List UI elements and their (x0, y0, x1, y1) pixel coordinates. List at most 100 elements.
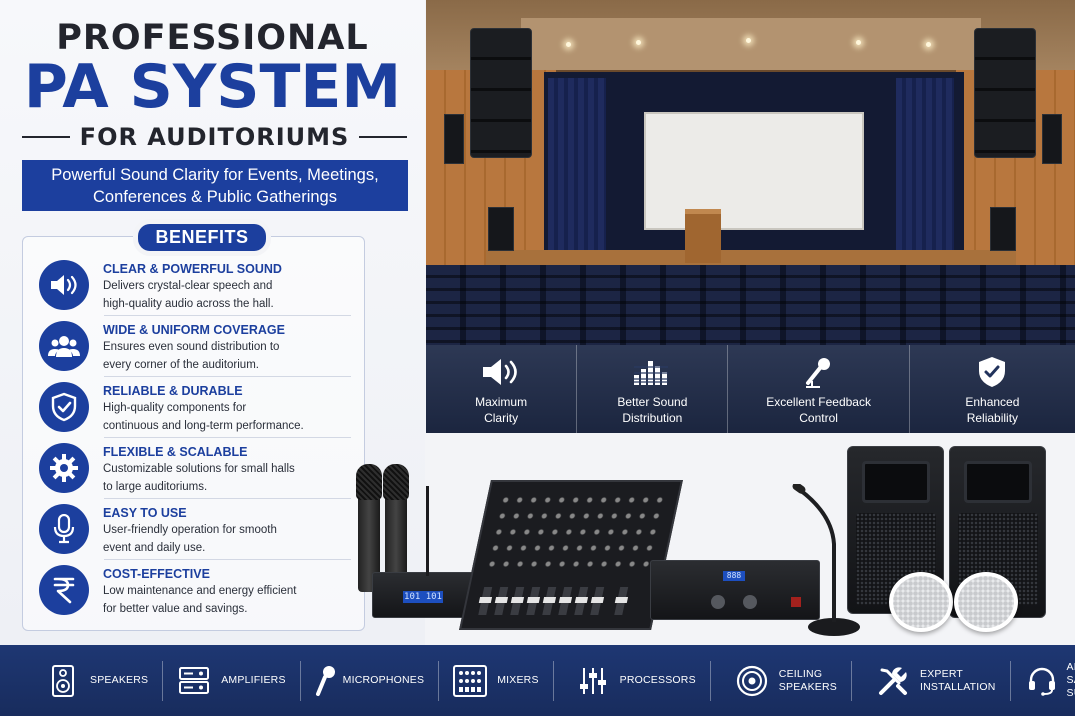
amplifier-icon (177, 664, 211, 698)
feature-strip: Maximum Clarity Better Sound Distributio… (426, 345, 1075, 433)
curtain-left (548, 78, 606, 263)
tagline-line-2: Conferences & Public Gatherings (93, 188, 337, 206)
benefit-desc-1: Delivers crystal-clear speech and (103, 280, 273, 292)
category-label-2: SPEAKERS (778, 680, 837, 693)
benefit-divider (104, 437, 351, 438)
divider-left (22, 136, 70, 138)
benefit-desc-2: event and daily use. (103, 542, 206, 554)
mixer-icon (453, 664, 488, 698)
benefit-desc-2: to large auditoriums. (103, 481, 208, 493)
benefit-divider (104, 559, 351, 560)
feature-label-1: Better Sound (617, 395, 688, 409)
benefit-title: RELIABLE & DURABLE (103, 384, 243, 398)
ceiling-light (566, 42, 571, 47)
divider-right (359, 136, 407, 138)
audience-seats (426, 265, 1075, 345)
feature-item: Enhanced Reliability (910, 345, 1075, 433)
feature-label: Enhanced Reliability (937, 394, 1047, 426)
feature-item: Excellent Feedback Control (728, 345, 910, 433)
wall-speaker-right (1042, 114, 1062, 164)
ceiling-speaker (954, 572, 1018, 632)
feature-item: Better Sound Distribution (577, 345, 729, 433)
feature-label: Maximum Clarity (446, 394, 556, 426)
category-expert-installation[interactable]: EXPERT INSTALLATION (852, 660, 1011, 701)
category-mixers[interactable]: MIXERS (439, 660, 554, 701)
tools-icon (876, 664, 910, 698)
microphone-feedback-icon (802, 355, 836, 389)
category-label-2: INSTALLATION (920, 680, 996, 693)
gooseneck-microphone (792, 484, 836, 622)
ceiling-light (926, 42, 931, 47)
users-group-icon (39, 321, 89, 371)
benefit-item: RELIABLE & DURABLE High-quality componen… (39, 381, 359, 441)
benefit-desc-2: continuous and long-term performance. (103, 420, 304, 432)
benefit-title: COST-EFFECTIVE (103, 567, 210, 581)
benefit-item: FLEXIBLE & SCALABLE Customizable solutio… (39, 442, 359, 502)
benefits-title: BENEFITS (138, 224, 266, 251)
projection-screen (644, 112, 864, 230)
category-label: AFTER SALES (1066, 661, 1075, 686)
heading-line-2: PA SYSTEM (23, 52, 402, 122)
category-speakers[interactable]: SPEAKERS (36, 660, 164, 701)
benefit-desc-2: every corner of the auditorium. (103, 359, 259, 371)
category-processors[interactable]: PROCESSORS (554, 660, 711, 701)
category-after-sales-support[interactable]: AFTER SALESSUPPORT (1011, 661, 1075, 701)
rupee-icon (39, 565, 89, 615)
benefit-desc-2: high-quality audio across the hall. (103, 298, 274, 310)
feature-label-2: Reliability (966, 411, 1019, 425)
processor-sliders-icon (576, 664, 610, 698)
benefit-item: COST-EFFECTIVE Low maintenance and energ… (39, 564, 359, 624)
benefit-title: WIDE & UNIFORM COVERAGE (103, 323, 285, 337)
benefit-desc-1: Customizable solutions for small halls (103, 463, 295, 475)
category-label-2: SUPPORT (1066, 687, 1075, 699)
ceiling-light (746, 38, 751, 43)
benefit-desc-1: High-quality components for (103, 402, 247, 414)
benefit-title: FLEXIBLE & SCALABLE (103, 445, 248, 459)
receiver-antenna (426, 486, 429, 576)
benefit-item: EASY TO USE User-friendly operation for … (39, 503, 359, 563)
speaker-sound-icon (39, 260, 89, 310)
benefit-desc-1: Ensures even sound distribution to (103, 341, 280, 353)
floor-speaker-right (990, 207, 1016, 251)
benefit-desc-1: User-friendly operation for smooth (103, 524, 277, 536)
microphone-icon (39, 504, 89, 554)
feature-label: Better Sound Distribution (597, 394, 707, 426)
speaker-sound-icon (481, 355, 521, 389)
benefit-title: CLEAR & POWERFUL SOUND (103, 262, 282, 276)
equalizer-bars-icon (632, 355, 672, 389)
category-amplifiers[interactable]: AMPLIFIERS (163, 660, 301, 701)
heading-line-3: FOR AUDITORIUMS (79, 123, 350, 151)
ceiling-panel (521, 18, 981, 70)
feature-label-1: Enhanced (965, 395, 1020, 409)
category-label: EXPERT (920, 667, 964, 680)
category-label: CEILING (778, 667, 823, 680)
feature-label-2: Clarity (484, 411, 519, 425)
curtain-right (896, 78, 954, 263)
feature-label-2: Distribution (622, 411, 683, 425)
feature-label-2: Control (799, 411, 838, 425)
ceiling-speaker-icon (735, 664, 769, 698)
category-ceiling-speakers[interactable]: CEILING SPEAKERS (711, 660, 852, 701)
product-showcase: 101 101 888 (352, 440, 1075, 645)
amp-display: 888 (723, 571, 745, 581)
category-bar: SPEAKERS AMPLIFIERS MICROPHONES MIXERS P… (0, 645, 1075, 716)
line-array-speaker-left (470, 28, 532, 158)
receiver-display: 101 101 (403, 591, 443, 603)
wall-speaker-left (444, 114, 464, 164)
category-label: MICROPHONES (342, 674, 425, 686)
category-microphones[interactable]: MICROPHONES (301, 660, 440, 701)
benefit-desc-1: Low maintenance and energy efficient (103, 585, 297, 597)
heading-line-3-row: FOR AUDITORIUMS (22, 121, 407, 153)
ceiling-light (636, 40, 641, 45)
ceiling-speaker (889, 572, 953, 632)
headset-icon (1027, 664, 1057, 698)
handheld-mic-icon (315, 664, 337, 698)
benefit-divider (104, 315, 351, 316)
benefit-item: CLEAR & POWERFUL SOUND Delivers crystal-… (39, 259, 359, 319)
line-array-speaker-right (974, 28, 1036, 158)
feature-label: Excellent Feedback Control (754, 394, 884, 426)
category-label: MIXERS (497, 674, 539, 686)
tagline-line-1: Powerful Sound Clarity for Events, Meeti… (51, 166, 379, 184)
tagline-banner: Powerful Sound Clarity for Events, Meeti… (22, 160, 408, 211)
benefit-desc-2: for better value and savings. (103, 603, 248, 615)
